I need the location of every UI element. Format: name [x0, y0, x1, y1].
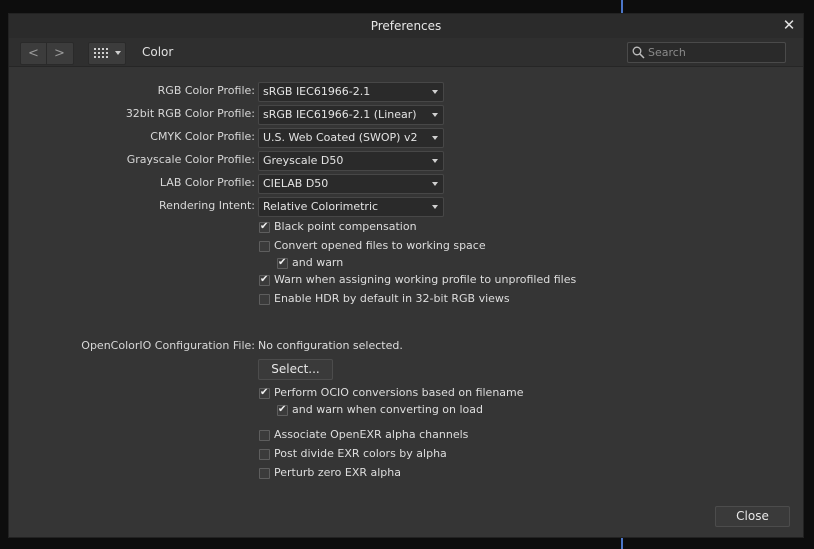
ocio-config-label: OpenColorIO Configuration File:: [81, 339, 255, 352]
option-label: Convert opened files to working space: [274, 239, 486, 252]
close-icon[interactable]: ✕: [781, 17, 797, 33]
cmyk-profile-label: CMYK Color Profile:: [150, 130, 255, 143]
dialog-title: Preferences: [370, 19, 442, 33]
forward-button[interactable]: >: [47, 43, 72, 64]
rendering-intent-label: Rendering Intent:: [159, 199, 255, 212]
chevron-down-icon: [432, 182, 438, 186]
option-label: Post divide EXR colors by alpha: [274, 447, 447, 460]
chevron-right-icon: >: [54, 46, 65, 61]
checkmark-icon: ✔: [260, 387, 269, 398]
rgb-profile-label: RGB Color Profile:: [157, 84, 255, 97]
grayscale-profile-dropdown[interactable]: Greyscale D50: [258, 151, 444, 171]
option-label: Warn when assigning working profile to u…: [274, 273, 577, 286]
checkmark-icon: ✔: [260, 274, 269, 285]
chevron-down-icon: [432, 90, 438, 94]
checkmark-icon: ✔: [278, 257, 287, 268]
cmyk-profile-dropdown[interactable]: U.S. Web Coated (SWOP) v2: [258, 128, 444, 148]
ocio-filename-checkbox[interactable]: ✔: [259, 387, 270, 399]
option-label: Black point compensation: [274, 220, 417, 233]
checkmark-icon: ✔: [278, 404, 287, 415]
rendering-intent-value: Relative Colorimetric: [263, 200, 379, 213]
rgb32-profile-dropdown[interactable]: sRGB IEC61966-2.1 (Linear): [258, 105, 444, 125]
perturb-zero-alpha-checkbox[interactable]: [259, 468, 270, 479]
associate-exr-alpha-checkbox[interactable]: [259, 430, 270, 441]
option-label: Perturb zero EXR alpha: [274, 466, 401, 479]
option-label: Associate OpenEXR alpha channels: [274, 428, 469, 441]
search-icon: [632, 46, 645, 59]
chevron-left-icon: <: [28, 46, 39, 61]
search-input[interactable]: [648, 44, 780, 60]
convert-and-warn-checkbox[interactable]: ✔: [277, 257, 288, 269]
grayscale-profile-value: Greyscale D50: [263, 154, 344, 167]
option-label: Enable HDR by default in 32-bit RGB view…: [274, 292, 510, 305]
warn-unprofiled-checkbox[interactable]: ✔: [259, 274, 270, 286]
rgb-profile-value: sRGB IEC61966-2.1: [263, 85, 371, 98]
post-divide-exr-checkbox[interactable]: [259, 449, 270, 460]
option-label: and warn when converting on load: [292, 403, 484, 416]
rendering-intent-dropdown[interactable]: Relative Colorimetric: [258, 197, 444, 217]
toolbar: < > Color: [9, 38, 803, 67]
chevron-down-icon: [115, 51, 121, 55]
lab-profile-value: CIELAB D50: [263, 177, 329, 190]
close-button[interactable]: Close: [715, 506, 790, 527]
sections-grid-button[interactable]: [88, 42, 126, 65]
black-point-compensation-checkbox[interactable]: ✔: [259, 221, 270, 233]
title-bar: Preferences ✕: [9, 14, 803, 38]
lab-profile-label: LAB Color Profile:: [159, 176, 255, 189]
enable-hdr-checkbox[interactable]: [259, 294, 270, 305]
chevron-down-icon: [432, 136, 438, 140]
search-box[interactable]: [627, 42, 786, 63]
rgb32-profile-value: sRGB IEC61966-2.1 (Linear): [263, 108, 417, 121]
checkmark-icon: ✔: [260, 221, 269, 232]
ocio-warn-checkbox[interactable]: ✔: [277, 404, 288, 416]
chevron-down-icon: [432, 113, 438, 117]
section-title: Color: [142, 45, 174, 59]
grid-icon: [94, 48, 108, 58]
grayscale-profile-label: Grayscale Color Profile:: [126, 153, 255, 166]
convert-opened-files-checkbox[interactable]: [259, 241, 270, 252]
rgb-profile-dropdown[interactable]: sRGB IEC61966-2.1: [258, 82, 444, 102]
back-button[interactable]: <: [21, 43, 47, 64]
navigation-buttons: < >: [20, 42, 74, 65]
cmyk-profile-value: U.S. Web Coated (SWOP) v2: [263, 131, 418, 144]
option-label: and warn: [292, 256, 344, 269]
preferences-dialog: Preferences ✕ < > Color Search RGB Color…: [8, 13, 804, 538]
rgb32-profile-label: 32bit RGB Color Profile:: [125, 107, 255, 120]
select-config-button[interactable]: Select...: [258, 359, 333, 380]
lab-profile-dropdown[interactable]: CIELAB D50: [258, 174, 444, 194]
ocio-config-value: No configuration selected.: [258, 339, 403, 352]
chevron-down-icon: [432, 205, 438, 209]
chevron-down-icon: [432, 159, 438, 163]
color-settings-panel: RGB Color Profile: sRGB IEC61966-2.1 32b…: [9, 67, 803, 537]
option-label: Perform OCIO conversions based on filena…: [274, 386, 524, 399]
